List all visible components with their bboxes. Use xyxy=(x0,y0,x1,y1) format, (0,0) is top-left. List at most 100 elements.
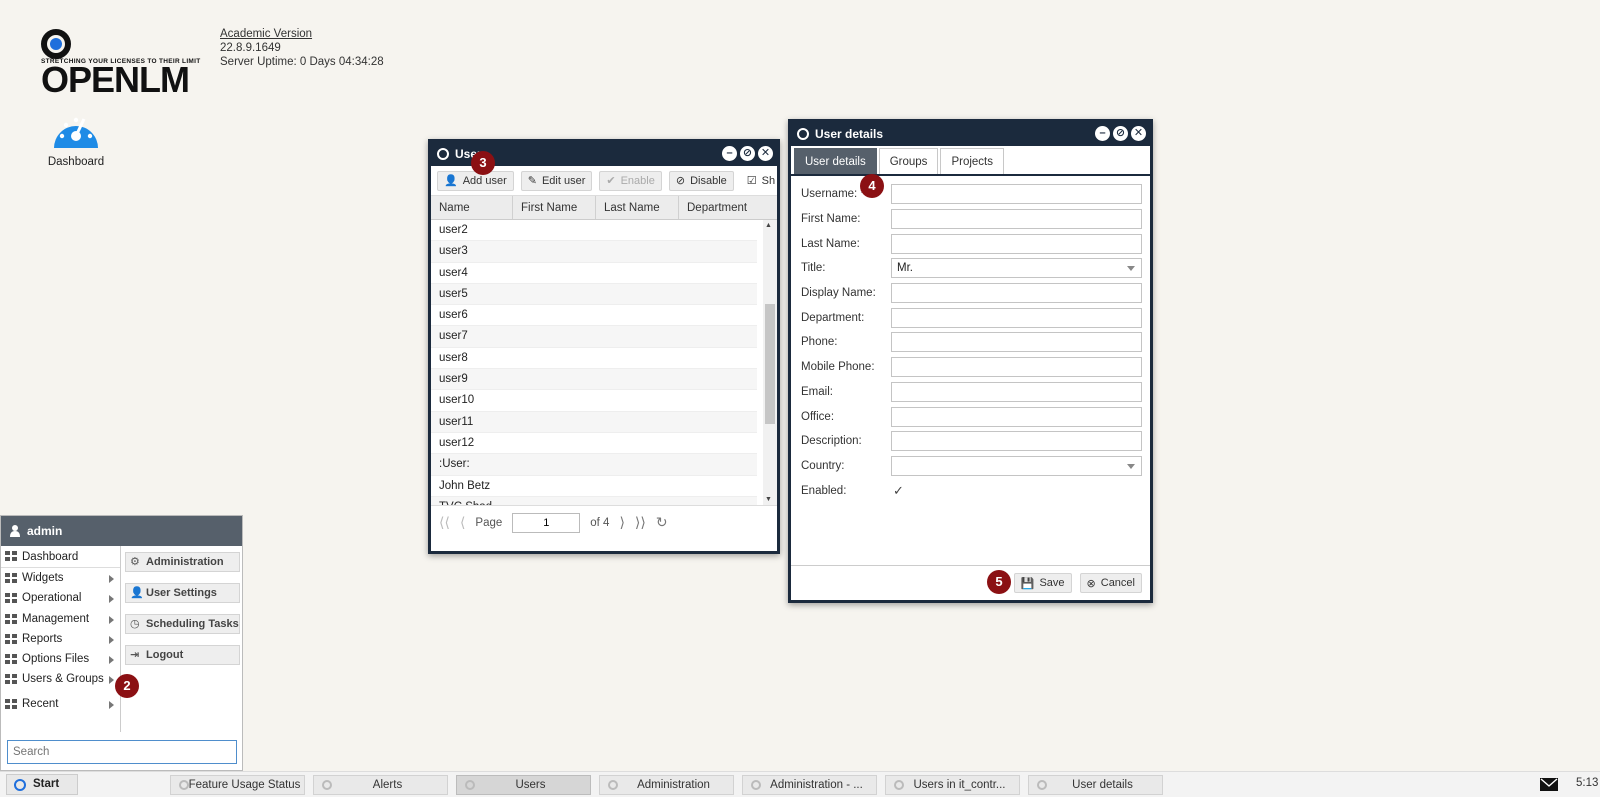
version-info: Academic Version 22.8.9.1649 Server Upti… xyxy=(220,27,384,69)
menu-item-management[interactable]: Management xyxy=(1,609,120,629)
show-checkbox[interactable]: ☑ Sh xyxy=(741,171,777,191)
disable-button[interactable]: ⊘ Disable xyxy=(668,170,734,191)
department-field[interactable] xyxy=(891,307,1142,328)
save-button[interactable]: 💾 Save xyxy=(1013,573,1072,593)
table-row[interactable]: user7 xyxy=(431,326,757,348)
table-row[interactable]: user8 xyxy=(431,348,757,370)
users-grid-scrollbar[interactable]: ▲ ▼ xyxy=(763,220,777,505)
display-name-label: Display Name: xyxy=(801,287,876,300)
start-logo-icon xyxy=(14,779,26,791)
table-row[interactable]: TVC Shad... xyxy=(431,496,757,505)
tab-user-details[interactable]: User details xyxy=(794,148,877,174)
last-name-label: Last Name: xyxy=(801,237,860,250)
menu-item-operational[interactable]: Operational xyxy=(1,588,120,608)
table-row[interactable]: user2 xyxy=(431,220,757,242)
table-row[interactable]: user11 xyxy=(431,411,757,433)
task-users[interactable]: Users xyxy=(456,775,591,795)
menu-item-options-files[interactable]: Options Files xyxy=(1,649,120,669)
user-details-title: User details xyxy=(815,127,884,141)
page-number-input[interactable] xyxy=(512,512,581,533)
cancel-button[interactable]: ⊗ Cancel xyxy=(1079,573,1142,593)
task-feature-usage-status[interactable]: Feature Usage Status xyxy=(170,775,305,795)
table-row[interactable]: :User: xyxy=(431,454,757,476)
email-field[interactable] xyxy=(891,381,1142,402)
description-field[interactable] xyxy=(891,431,1142,452)
task-user-details[interactable]: User details xyxy=(1028,775,1163,795)
menu-item-reports[interactable]: Reports xyxy=(1,629,120,649)
current-user: admin xyxy=(27,524,63,538)
users-grid-header: Name First Name Last Name Department xyxy=(431,196,777,220)
chevron-down-icon[interactable] xyxy=(1127,266,1135,272)
country-label: Country: xyxy=(801,459,845,472)
restore-icon[interactable]: ⊘ xyxy=(740,146,755,161)
minimize-icon[interactable]: – xyxy=(722,146,737,161)
logout-button[interactable]: ⇥ Logout xyxy=(125,645,240,665)
restore-icon[interactable]: ⊘ xyxy=(1113,126,1128,141)
table-row[interactable]: John Betz xyxy=(431,476,757,497)
prev-page-icon[interactable]: ⟨ xyxy=(460,514,465,531)
first-name-field[interactable] xyxy=(891,209,1142,230)
dashboard-desktop-label[interactable]: Dashboard xyxy=(36,156,116,168)
edition-link[interactable]: Academic Version xyxy=(220,28,312,40)
scroll-up-icon[interactable]: ▲ xyxy=(765,222,772,229)
refresh-icon[interactable]: ↻ xyxy=(656,514,668,531)
table-row[interactable]: user12 xyxy=(431,433,757,455)
table-row[interactable]: user9 xyxy=(431,369,757,391)
menu-item-users-groups[interactable]: Users & Groups xyxy=(1,669,120,689)
user-details-window[interactable]: User details – ⊘ ✕ User details Groups P… xyxy=(788,119,1153,603)
administration-button[interactable]: ⚙ Administration xyxy=(125,552,240,572)
window-logo-icon xyxy=(608,780,618,790)
scrollbar-thumb[interactable] xyxy=(765,304,775,424)
display-name-field[interactable] xyxy=(891,283,1142,304)
enabled-checkbox[interactable]: ✓ xyxy=(893,483,904,499)
close-icon[interactable]: ✕ xyxy=(1131,126,1146,141)
column-name[interactable]: Name xyxy=(431,196,513,219)
search-input[interactable] xyxy=(7,740,237,764)
edit-user-button[interactable]: ✎ Edit user xyxy=(520,170,593,191)
scheduling-tasks-button[interactable]: ◷ Scheduling Tasks xyxy=(125,614,240,634)
tab-projects[interactable]: Projects xyxy=(940,148,1004,174)
close-icon[interactable]: ✕ xyxy=(758,146,773,161)
start-menu: admin Dashboard Widgets Operational Mana… xyxy=(0,515,243,771)
menu-item-widgets[interactable]: Widgets xyxy=(1,568,120,588)
country-select[interactable] xyxy=(891,455,1142,476)
minimize-icon[interactable]: – xyxy=(1095,126,1110,141)
grid-icon xyxy=(5,613,17,624)
first-page-icon[interactable]: ⟨⟨ xyxy=(439,514,450,531)
mail-icon[interactable] xyxy=(1540,778,1558,791)
user-details-titlebar[interactable]: User details – ⊘ ✕ xyxy=(791,122,1150,146)
column-last-name[interactable]: Last Name xyxy=(596,196,679,219)
users-grid-rows: user2 user3 user4 user5 user6 user7 user… xyxy=(431,220,777,505)
last-page-icon[interactable]: ⟩⟩ xyxy=(635,514,646,531)
title-select[interactable]: Mr. xyxy=(891,258,1142,279)
menu-item-dashboard[interactable]: Dashboard xyxy=(1,546,120,568)
next-page-icon[interactable]: ⟩ xyxy=(619,514,624,531)
mobile-phone-field[interactable] xyxy=(891,357,1142,378)
add-user-button[interactable]: 👤 Add user xyxy=(437,170,514,191)
chevron-down-icon[interactable] xyxy=(1127,463,1135,469)
start-button[interactable]: Start xyxy=(6,774,78,795)
task-administration[interactable]: Administration xyxy=(599,775,734,795)
table-row[interactable]: user5 xyxy=(431,283,757,306)
grid-icon xyxy=(5,654,17,665)
last-name-field[interactable] xyxy=(891,233,1142,254)
task-alerts[interactable]: Alerts xyxy=(313,775,448,795)
table-row[interactable]: user3 xyxy=(431,241,757,263)
table-row[interactable]: user6 xyxy=(431,305,757,327)
username-field[interactable] xyxy=(891,184,1142,205)
table-row[interactable]: user10 xyxy=(431,390,757,412)
menu-item-recent[interactable]: Recent xyxy=(1,694,120,714)
dashboard-gauge-icon[interactable] xyxy=(50,110,102,150)
scroll-down-icon[interactable]: ▼ xyxy=(765,496,772,503)
user-settings-button[interactable]: 👤 User Settings xyxy=(125,583,240,603)
office-field[interactable] xyxy=(891,406,1142,427)
phone-field[interactable] xyxy=(891,332,1142,353)
column-first-name[interactable]: First Name xyxy=(513,196,596,219)
enable-button[interactable]: ✔ Enable xyxy=(599,170,662,191)
tab-groups[interactable]: Groups xyxy=(878,148,939,174)
task-administration-2[interactable]: Administration - ... xyxy=(742,775,877,795)
table-row[interactable]: user4 xyxy=(431,263,757,284)
task-users-in-it-contr[interactable]: Users in it_contr... xyxy=(885,775,1020,795)
users-window[interactable]: Users – ⊘ ✕ 👤 Add user ✎ Edit user ✔ Enable… xyxy=(428,139,780,554)
column-department[interactable]: Department xyxy=(679,196,777,219)
